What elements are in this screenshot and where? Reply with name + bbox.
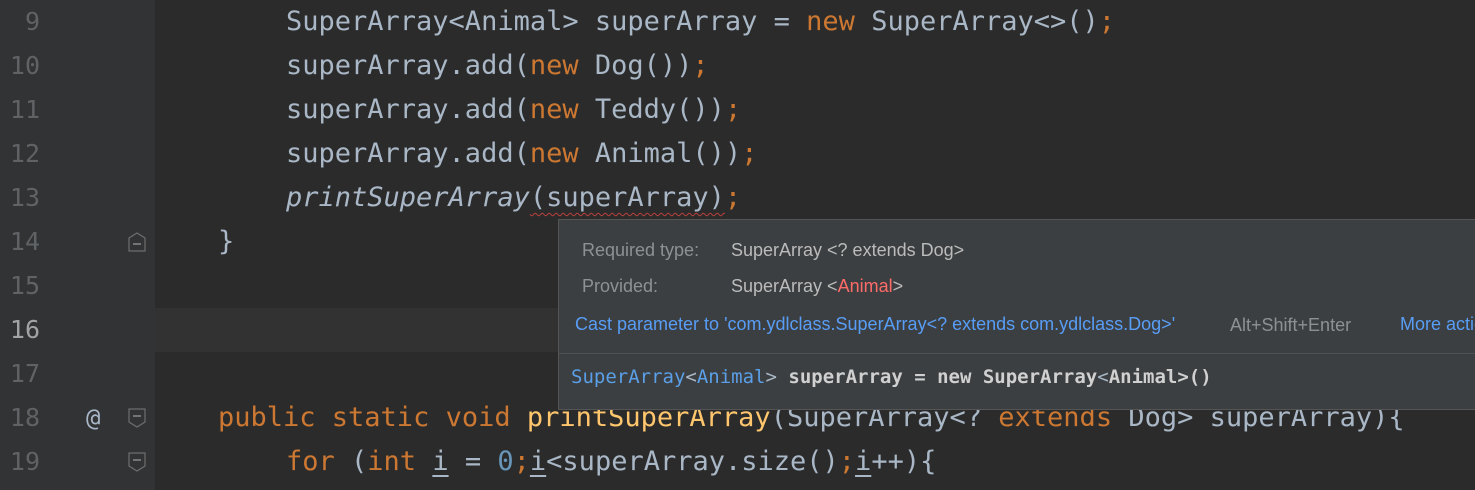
code-token: ; — [741, 138, 758, 169]
code-token: ++){ — [871, 446, 937, 477]
code-token: ; — [513, 446, 530, 477]
code-token: new — [806, 6, 855, 37]
code-token: printSuperArray — [286, 182, 530, 213]
code-token: ( — [351, 446, 368, 477]
code-line[interactable]: 12 superArray.add(new Animal()); — [0, 132, 1475, 176]
code-token: int — [367, 446, 433, 477]
decl-type: SuperArray — [571, 366, 686, 388]
code-text[interactable]: printSuperArray(superArray); — [286, 176, 741, 220]
code-token: i — [432, 446, 449, 477]
code-token: <superArray.size() — [546, 446, 839, 477]
code-token: new — [529, 94, 579, 125]
code-token: Animal()) — [578, 138, 742, 169]
code-text[interactable]: superArray.add(new Animal()); — [286, 132, 757, 176]
code-token: = — [448, 446, 498, 477]
code-token: ; — [838, 446, 856, 477]
decl-type2: SuperArray — [982, 366, 1098, 388]
code-token: public static void — [218, 402, 527, 433]
code-token: new — [529, 50, 579, 81]
provided-type-prefix: SuperArray < — [731, 276, 838, 296]
code-line[interactable]: 13 printSuperArray(superArray); — [0, 176, 1475, 220]
code-line[interactable]: 19 for (int i = 0;i<superArray.size();i++… — [0, 440, 1475, 484]
code-token: Teddy()) — [578, 94, 725, 125]
error-tooltip-popup: Required type: SuperArray <? extends Dog… — [558, 219, 1475, 410]
line-number: 16 — [9, 315, 40, 344]
decl-end: >() — [1177, 366, 1212, 388]
code-text[interactable]: superArray.add(new Teddy()); — [286, 88, 741, 132]
line-number: 12 — [9, 139, 40, 168]
line-number: 13 — [9, 183, 40, 212]
line-number: 17 — [9, 359, 40, 388]
code-token: ; — [724, 182, 742, 213]
decl-mid: = new — [902, 366, 983, 388]
cast-parameter-fix-link[interactable]: Cast parameter to 'com.ydlclass.SuperArr… — [575, 314, 1175, 334]
line-number: 19 — [9, 447, 40, 476]
code-token: 0 — [497, 446, 514, 477]
code-token: for — [286, 446, 352, 477]
code-line[interactable]: 11 superArray.add(new Teddy()); — [0, 88, 1475, 132]
provided-type-value: SuperArray <Animal> — [731, 276, 903, 297]
decl-lt: < — [685, 366, 697, 388]
code-token: superArray.add( — [286, 94, 530, 125]
line-number: 9 — [24, 7, 40, 36]
more-actions-link[interactable]: More actions... — [1400, 314, 1475, 334]
provided-type-suffix: > — [892, 276, 904, 296]
line-number: 11 — [9, 95, 40, 124]
decl-generic2: Animal — [1108, 366, 1178, 388]
popup-divider — [559, 353, 1475, 354]
provided-type-mismatch: Animal — [837, 276, 893, 296]
code-token: i — [529, 446, 547, 477]
code-token: Dog()) — [578, 50, 693, 81]
decl-generic: Animal — [696, 366, 766, 388]
decl-gt: > — [765, 366, 777, 388]
code-text[interactable]: superArray.add(new Dog()); — [286, 44, 709, 88]
code-token: superArray.add( — [286, 50, 530, 81]
code-token: ; — [724, 94, 742, 125]
override-marker-icon[interactable]: @ — [86, 396, 100, 440]
provided-type-label: Provided: — [582, 276, 659, 296]
code-token: i — [855, 446, 872, 477]
fold-end-icon[interactable] — [128, 232, 146, 252]
code-token: (superArray) — [529, 182, 725, 213]
code-token: ; — [692, 50, 709, 81]
code-token: superArray.add( — [286, 138, 530, 169]
code-token: } — [218, 226, 235, 257]
code-token: SuperArray<>() — [854, 6, 1099, 37]
line-number: 18 — [9, 403, 40, 432]
code-token: SuperArray<Animal> superArray = — [286, 6, 807, 37]
fold-start-icon[interactable] — [128, 452, 146, 472]
declaration-preview: SuperArray<Animal> superArray = new Supe… — [571, 366, 1212, 388]
required-type-label: Required type: — [582, 240, 700, 260]
line-number: 15 — [9, 271, 40, 300]
line-number: 14 — [9, 227, 40, 256]
code-line[interactable]: 9 SuperArray<Animal> superArray = new Sup… — [0, 0, 1475, 44]
code-text[interactable]: for (int i = 0;i<superArray.size();i++){ — [286, 440, 936, 484]
required-type-value: SuperArray <? extends Dog> — [731, 240, 965, 260]
decl-lt2: < — [1097, 366, 1109, 388]
line-number: 10 — [9, 51, 40, 80]
fold-start-icon[interactable] — [128, 408, 146, 428]
code-line[interactable]: 10 superArray.add(new Dog()); — [0, 44, 1475, 88]
fix-shortcut-hint: Alt+Shift+Enter — [1230, 315, 1352, 335]
code-token: new — [529, 138, 579, 169]
code-token: ; — [1098, 6, 1116, 37]
code-text[interactable]: } — [218, 220, 234, 264]
decl-var: superArray — [776, 366, 903, 388]
code-text[interactable]: SuperArray<Animal> superArray = new Supe… — [286, 0, 1115, 44]
